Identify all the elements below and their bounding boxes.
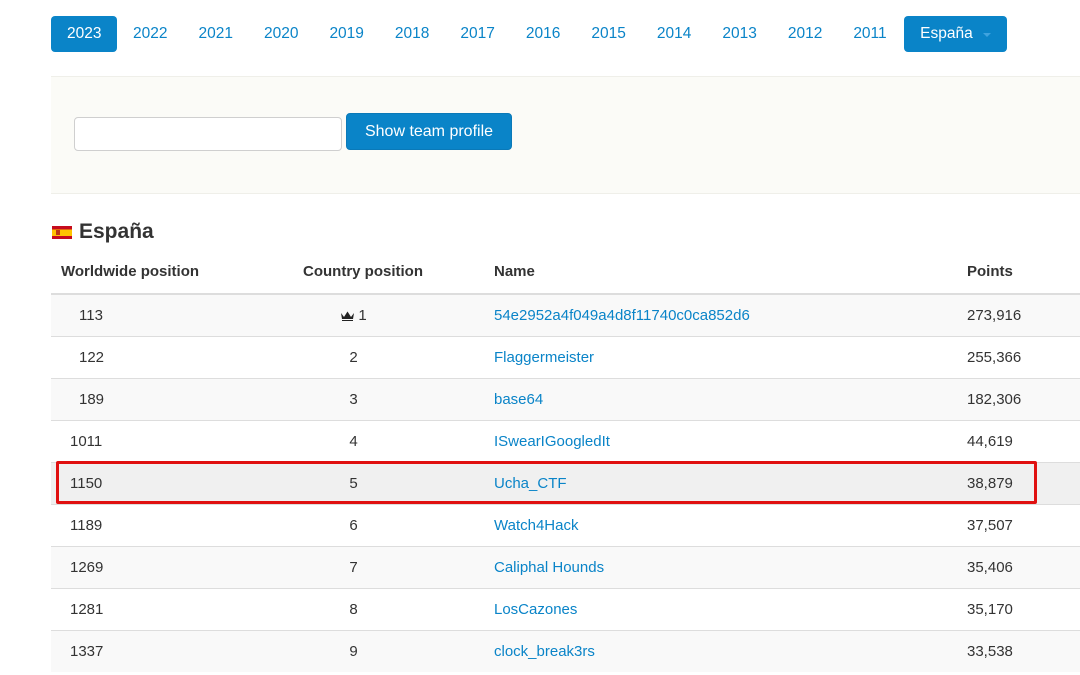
country-position-cell: 5 — [277, 461, 490, 504]
table-row: 1150 5 Ucha_CTF 38,879 — [51, 461, 1080, 504]
year-tab-2016[interactable]: 2016 — [510, 16, 575, 52]
header-country-position: Country position — [277, 250, 490, 295]
worldwide-position-cell: 1337 — [51, 629, 277, 672]
country-position-cell: 3 — [277, 377, 490, 420]
year-tab-2018[interactable]: 2018 — [379, 16, 444, 52]
year-tabs: 2023 2022 2021 2020 2019 2018 2017 2016 … — [51, 16, 1007, 52]
country-position-value: 9 — [349, 642, 358, 660]
points-cell: 35,406 — [957, 545, 1080, 588]
team-name-link[interactable]: Watch4Hack — [494, 517, 578, 534]
table-row: 1189 6 Watch4Hack 37,507 — [51, 503, 1080, 546]
table-row: 1281 8 LosCazones 35,170 — [51, 587, 1080, 630]
year-tab-2021[interactable]: 2021 — [183, 16, 248, 52]
country-dropdown-label: España — [920, 25, 973, 42]
spain-flag-icon — [52, 225, 72, 239]
table-header-row: Worldwide position Country position Name… — [51, 250, 1080, 295]
team-name-cell: Watch4Hack — [490, 503, 957, 546]
caret-down-icon — [982, 33, 991, 37]
country-ranking-table: Worldwide position Country position Name… — [51, 250, 1080, 672]
worldwide-position-cell: 1011 — [51, 419, 277, 462]
country-heading: España — [52, 220, 154, 244]
country-position-cell: 4 — [277, 419, 490, 462]
table-row: 1337 9 clock_break3rs 33,538 — [51, 629, 1080, 672]
points-cell: 37,507 — [957, 503, 1080, 546]
team-search-input[interactable] — [74, 117, 342, 151]
country-position-value: 8 — [349, 600, 358, 618]
points-cell: 255,366 — [957, 335, 1080, 378]
team-name-cell: 54e2952a4f049a4d8f11740c0ca852d6 — [490, 293, 957, 336]
country-position-value: 1 — [358, 306, 367, 324]
team-name-link[interactable]: base64 — [494, 391, 543, 408]
points-cell: 182,306 — [957, 377, 1080, 420]
team-name-cell: LosCazones — [490, 587, 957, 630]
team-name-link[interactable]: 54e2952a4f049a4d8f11740c0ca852d6 — [494, 307, 750, 324]
team-name-link[interactable]: LosCazones — [494, 601, 577, 618]
country-position-cell: 7 — [277, 545, 490, 588]
team-name-cell: Flaggermeister — [490, 335, 957, 378]
team-search-panel: Show team profile — [51, 76, 1080, 194]
table-row: 1269 7 Caliphal Hounds 35,406 — [51, 545, 1080, 588]
team-name-link[interactable]: clock_break3rs — [494, 643, 595, 660]
year-tab-2012[interactable]: 2012 — [772, 16, 837, 52]
team-name-link[interactable]: ISwearIGoogledIt — [494, 433, 610, 450]
header-worldwide-position: Worldwide position — [51, 250, 277, 295]
country-position-value: 7 — [349, 558, 358, 576]
country-position-value: 6 — [349, 516, 358, 534]
points-cell: 35,170 — [957, 587, 1080, 630]
worldwide-position-cell: 1281 — [51, 587, 277, 630]
team-name-cell: Caliphal Hounds — [490, 545, 957, 588]
points-cell: 273,916 — [957, 293, 1080, 336]
year-tab-2022[interactable]: 2022 — [117, 16, 182, 52]
country-dropdown[interactable]: España — [904, 16, 1007, 52]
year-tab-2019[interactable]: 2019 — [314, 16, 379, 52]
header-name: Name — [490, 250, 957, 295]
country-position-cell: 8 — [277, 587, 490, 630]
country-position-cell: 2 — [277, 335, 490, 378]
team-name-cell: base64 — [490, 377, 957, 420]
worldwide-position-cell: 122 — [51, 335, 277, 378]
year-tab-2020[interactable]: 2020 — [248, 16, 313, 52]
page: 2023 2022 2021 2020 2019 2018 2017 2016 … — [0, 0, 1080, 675]
country-position-value: 2 — [349, 348, 358, 366]
table-row: 113 1 54e2952a4f049a4d8f11740c0ca852d6 273,… — [51, 293, 1080, 336]
country-position-cell: 9 — [277, 629, 490, 672]
crown-icon — [341, 311, 355, 321]
worldwide-position-cell: 189 — [51, 377, 277, 420]
year-tab-2017[interactable]: 2017 — [445, 16, 510, 52]
country-position-cell: 6 — [277, 503, 490, 546]
team-name-link[interactable]: Ucha_CTF — [494, 475, 567, 492]
team-name-cell: Ucha_CTF — [490, 461, 957, 504]
country-position-value: 5 — [349, 474, 358, 492]
table-row: 1011 4 ISwearIGoogledIt 44,619 — [51, 419, 1080, 462]
show-team-profile-button[interactable]: Show team profile — [346, 113, 512, 150]
year-tab-2014[interactable]: 2014 — [641, 16, 706, 52]
table-row: 122 2 Flaggermeister 255,366 — [51, 335, 1080, 378]
country-position-value: 4 — [349, 432, 358, 450]
worldwide-position-cell: 1189 — [51, 503, 277, 546]
year-tab-2013[interactable]: 2013 — [707, 16, 772, 52]
points-cell: 38,879 — [957, 461, 1080, 504]
table-body: 113 1 54e2952a4f049a4d8f11740c0ca852d6 273,… — [51, 293, 1080, 672]
worldwide-position-cell: 113 — [51, 293, 277, 336]
year-tab-2015[interactable]: 2015 — [576, 16, 641, 52]
country-position-value: 3 — [349, 390, 358, 408]
team-name-link[interactable]: Flaggermeister — [494, 349, 594, 366]
points-cell: 33,538 — [957, 629, 1080, 672]
team-name-link[interactable]: Caliphal Hounds — [494, 559, 604, 576]
header-points: Points — [957, 250, 1080, 295]
worldwide-position-cell: 1269 — [51, 545, 277, 588]
year-tab-2023[interactable]: 2023 — [51, 16, 118, 52]
worldwide-position-cell: 1150 — [51, 461, 277, 504]
table-row: 189 3 base64 182,306 — [51, 377, 1080, 420]
country-heading-label: España — [79, 220, 154, 243]
team-name-cell: ISwearIGoogledIt — [490, 419, 957, 462]
team-name-cell: clock_break3rs — [490, 629, 957, 672]
country-position-cell: 1 — [277, 293, 490, 336]
year-tab-2011[interactable]: 2011 — [838, 16, 902, 52]
points-cell: 44,619 — [957, 419, 1080, 462]
